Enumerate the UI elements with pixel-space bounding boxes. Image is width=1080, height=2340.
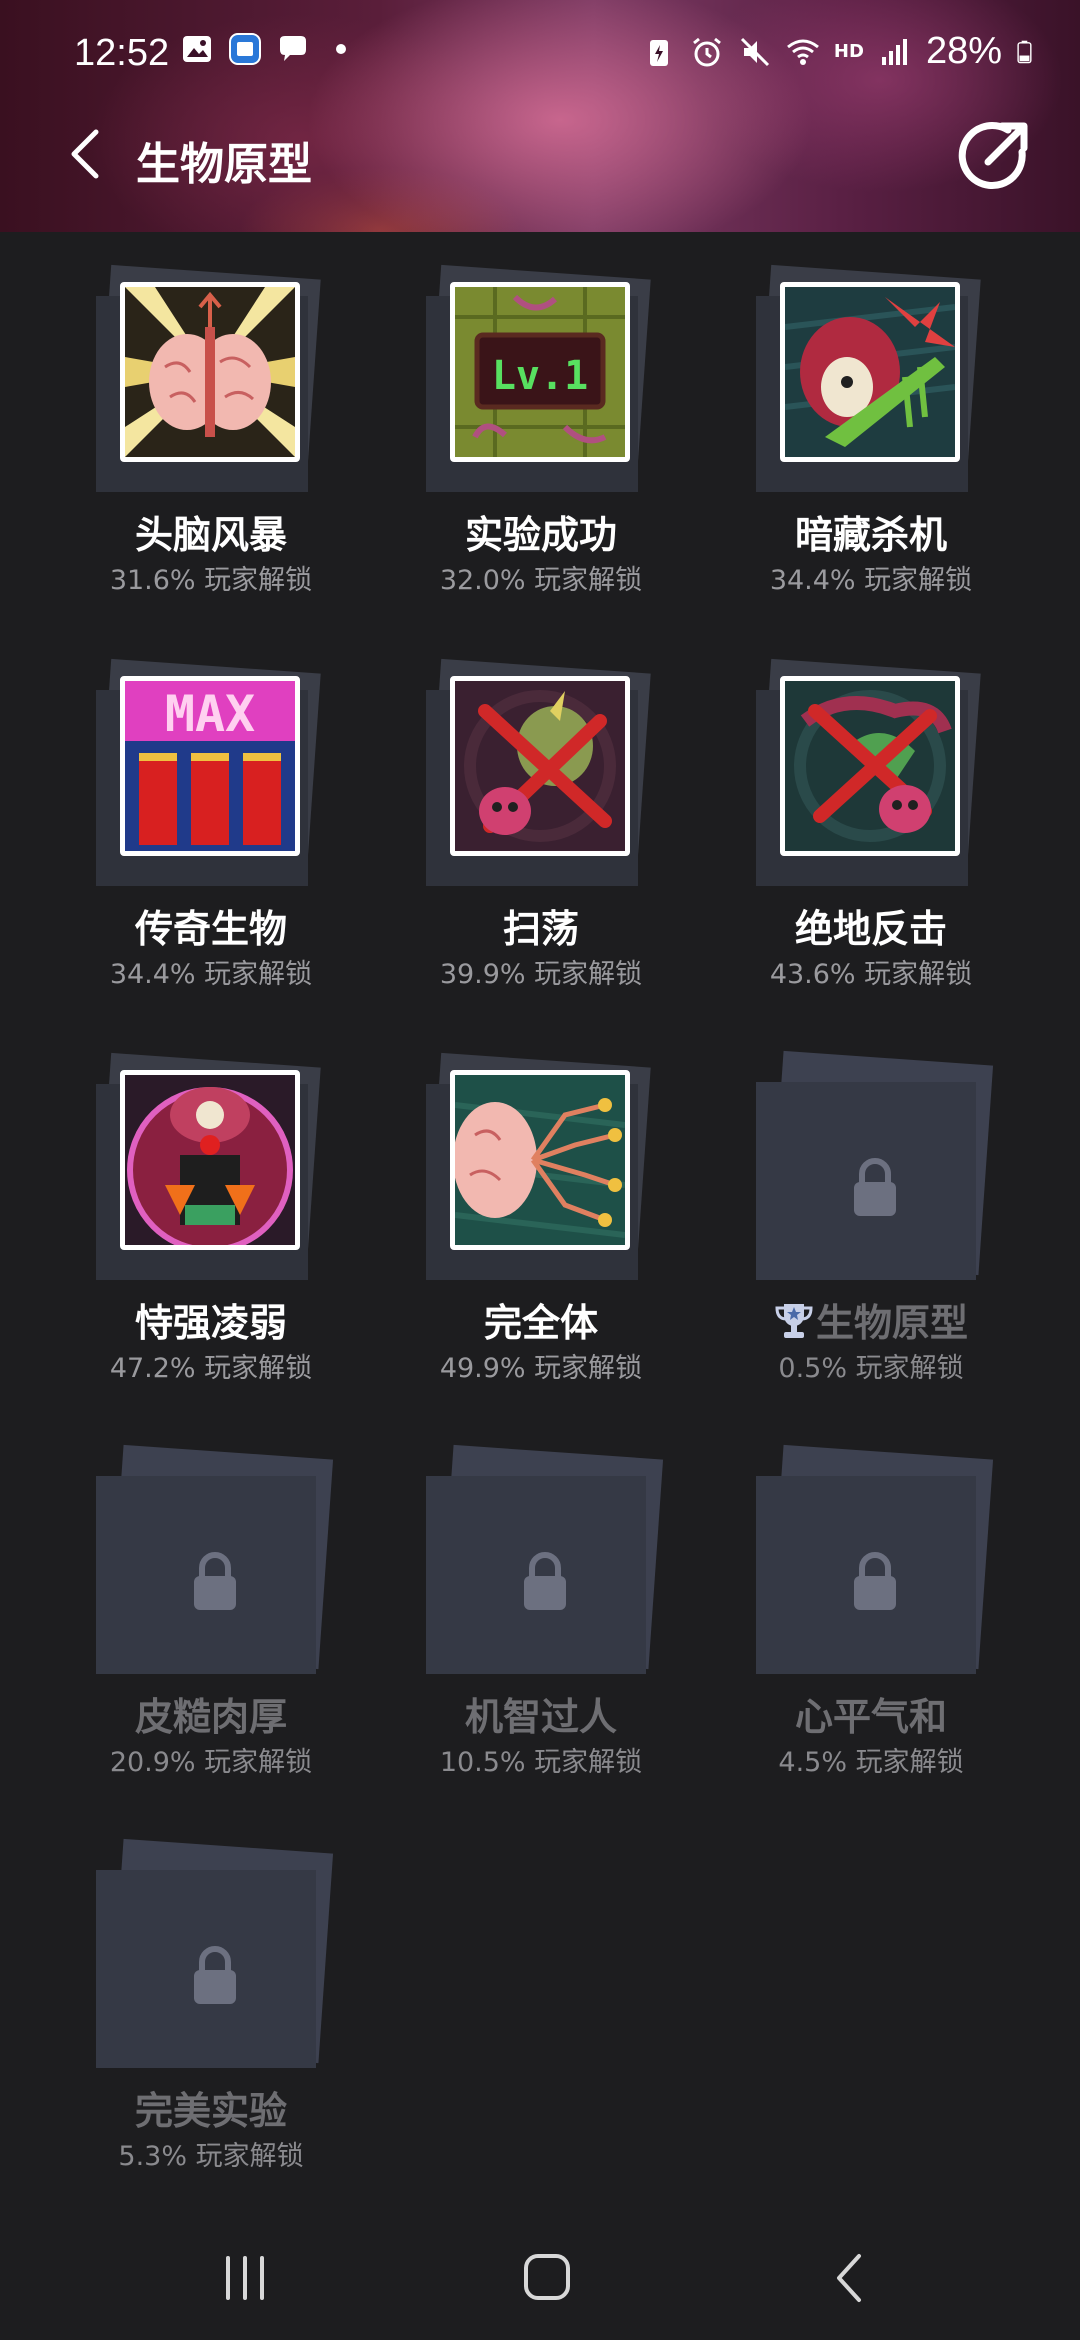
achievement-card[interactable]: 暗藏杀机 34.4% 玩家解锁 [706, 232, 1036, 596]
unlock-percent: 10.5% 玩家解锁 [439, 1747, 643, 1778]
back-arrow-icon[interactable] [58, 124, 118, 184]
gallery-icon [183, 36, 211, 62]
achievement-card-locked[interactable]: 机智过人 10.5% 玩家解锁 [376, 1414, 706, 1778]
achievement-name: 绝地反击 [794, 907, 947, 951]
app-notification-icon [229, 33, 261, 65]
bully-icon [120, 1070, 300, 1250]
badge [756, 658, 986, 886]
achievement-card-locked[interactable]: 完美实验 5.3% 玩家解锁 [46, 1808, 376, 2172]
battery-percent: 28% [925, 30, 1002, 72]
page-title: 生物原型 [136, 139, 312, 190]
badge [756, 1050, 994, 1280]
status-bar: 12:52 HD 28% [0, 18, 1080, 88]
hidden-killer-icon [780, 282, 960, 462]
system-navigation-bar [0, 2220, 1080, 2340]
achievement-name: 传奇生物 [134, 907, 287, 951]
achievement-card[interactable]: Lv.1 实验成功 32.0% 玩家解锁 [376, 232, 706, 596]
achievement-card[interactable]: 恃强凌弱 47.2% 玩家解锁 [46, 1020, 376, 1384]
achievement-card-locked[interactable]: 皮糙肉厚 20.9% 玩家解锁 [46, 1414, 376, 1778]
achievement-card[interactable]: MAX 传奇生物 34.4% 玩家解锁 [46, 626, 376, 990]
status-right-icons: HD 28% [642, 30, 1040, 73]
achievement-card-locked[interactable]: 心平气和 4.5% 玩家解锁 [706, 1414, 1036, 1778]
achievement-name: 暗藏杀机 [794, 513, 947, 557]
achievement-name: 实验成功 [464, 513, 617, 557]
badge: Lv.1 [426, 264, 656, 492]
signal-icon [881, 38, 907, 65]
unlock-percent: 34.4% 玩家解锁 [769, 565, 973, 596]
unlock-percent: 49.9% 玩家解锁 [439, 1353, 643, 1384]
achievement-name: 完美实验 [134, 2089, 287, 2133]
achievement-name: 生物原型 [706, 1292, 1036, 1347]
badge [96, 1052, 326, 1280]
mute-icon [740, 37, 769, 66]
achievement-name: 心平气和 [794, 1695, 947, 1739]
achievement-card[interactable]: 完全体 49.9% 玩家解锁 [376, 1020, 706, 1384]
lock-icon [524, 1552, 566, 1610]
lv1-icon: Lv.1 [450, 282, 630, 462]
lock-icon [194, 1552, 236, 1610]
unlock-percent: 32.0% 玩家解锁 [439, 565, 643, 596]
badge [96, 1838, 334, 2068]
badge [426, 1052, 656, 1280]
unlock-percent: 43.6% 玩家解锁 [769, 959, 973, 990]
unlock-percent: 47.2% 玩家解锁 [109, 1353, 313, 1384]
unlock-percent: 0.5% 玩家解锁 [778, 1353, 964, 1384]
max-icon: MAX [120, 676, 300, 856]
achievement-name: 头脑风暴 [134, 513, 287, 557]
badge: MAX [96, 658, 326, 886]
max-text: MAX [165, 685, 255, 743]
share-icon[interactable] [952, 114, 1036, 198]
battery-saver-icon [649, 39, 668, 66]
dot-icon [336, 44, 346, 54]
battery-icon [1017, 40, 1032, 63]
achievement-name: 机智过人 [464, 1695, 617, 1739]
wifi-icon [786, 39, 819, 65]
lock-icon [854, 1158, 896, 1216]
sweep-icon [450, 676, 630, 856]
badge [96, 264, 326, 492]
achievement-name: 恃强凌弱 [134, 1301, 287, 1345]
badge [756, 264, 986, 492]
unlock-percent: 5.3% 玩家解锁 [118, 2141, 304, 2172]
achievement-name-text: 生物原型 [815, 1301, 968, 1345]
unlock-percent: 31.6% 玩家解锁 [109, 565, 313, 596]
trophy-icon [775, 1304, 813, 1338]
achievement-name: 扫荡 [502, 907, 579, 951]
badge [426, 658, 656, 886]
badge [96, 1444, 334, 1674]
unlock-percent: 34.4% 玩家解锁 [109, 959, 313, 990]
hd-label: HD [833, 41, 864, 62]
unlock-percent: 20.9% 玩家解锁 [109, 1747, 313, 1778]
lock-icon [194, 1946, 236, 2004]
achievement-card[interactable]: 绝地反击 43.6% 玩家解锁 [706, 626, 1036, 990]
achievement-name: 完全体 [483, 1301, 598, 1345]
status-time: 12:52 [74, 32, 170, 74]
counterattack-icon [780, 676, 960, 856]
unlock-percent: 39.9% 玩家解锁 [439, 959, 643, 990]
back-icon[interactable] [815, 2248, 885, 2308]
complete-form-icon [450, 1070, 630, 1250]
chat-icon [280, 36, 306, 61]
achievement-name: 皮糙肉厚 [134, 1695, 287, 1739]
unlock-percent: 4.5% 玩家解锁 [778, 1747, 964, 1778]
achievement-card[interactable]: 头脑风暴 31.6% 玩家解锁 [46, 232, 376, 596]
badge [426, 1444, 664, 1674]
achievement-card-locked[interactable]: 生物原型 0.5% 玩家解锁 [706, 1020, 1036, 1384]
home-icon[interactable] [512, 2248, 582, 2308]
lv1-text: Lv.1 [492, 353, 588, 399]
badge [756, 1444, 994, 1674]
alarm-icon [692, 37, 721, 66]
achievement-card[interactable]: 扫荡 39.9% 玩家解锁 [376, 626, 706, 990]
header: 12:52 HD 28% 生物原型 [0, 0, 1080, 232]
status-left-icons [180, 32, 358, 66]
lock-icon [854, 1552, 896, 1610]
recent-apps-icon[interactable] [210, 2248, 280, 2308]
brain-burst-icon [120, 282, 300, 462]
nav-bar: 生物原型 [0, 110, 1080, 200]
